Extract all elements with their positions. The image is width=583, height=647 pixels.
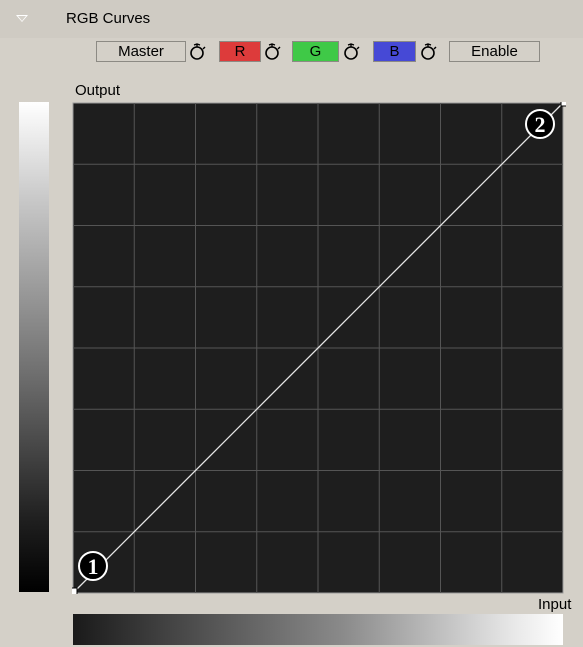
curve-editor[interactable]: 1 2	[72, 102, 566, 594]
output-axis-label: Output	[75, 82, 121, 99]
input-gradient-bar	[73, 614, 563, 645]
blue-channel-button[interactable]: B	[373, 41, 416, 62]
master-channel-button[interactable]: Master	[96, 41, 186, 62]
point-2-badge: 2	[525, 109, 555, 139]
svg-text:1: 1	[88, 554, 99, 579]
curve-point-start[interactable]	[72, 587, 78, 594]
svg-text:2: 2	[535, 112, 546, 137]
input-axis-label: Input	[538, 596, 572, 613]
rgb-curves-panel: RGB Curves Master R G B Enable Output 1 …	[0, 0, 583, 647]
collapse-triangle-icon[interactable]	[16, 15, 28, 22]
panel-title: RGB Curves	[66, 10, 151, 27]
point-1-badge: 1	[78, 551, 108, 581]
enable-button[interactable]: Enable	[449, 41, 540, 62]
red-channel-button[interactable]: R	[219, 41, 261, 62]
green-channel-button[interactable]: G	[292, 41, 339, 62]
curve-point-end[interactable]	[560, 102, 566, 107]
reset-red-icon[interactable]	[263, 42, 283, 62]
reset-master-icon[interactable]	[188, 42, 208, 62]
panel-header[interactable]: RGB Curves	[0, 0, 583, 38]
reset-blue-icon[interactable]	[419, 42, 439, 62]
reset-green-icon[interactable]	[342, 42, 362, 62]
output-gradient-bar	[19, 102, 49, 592]
